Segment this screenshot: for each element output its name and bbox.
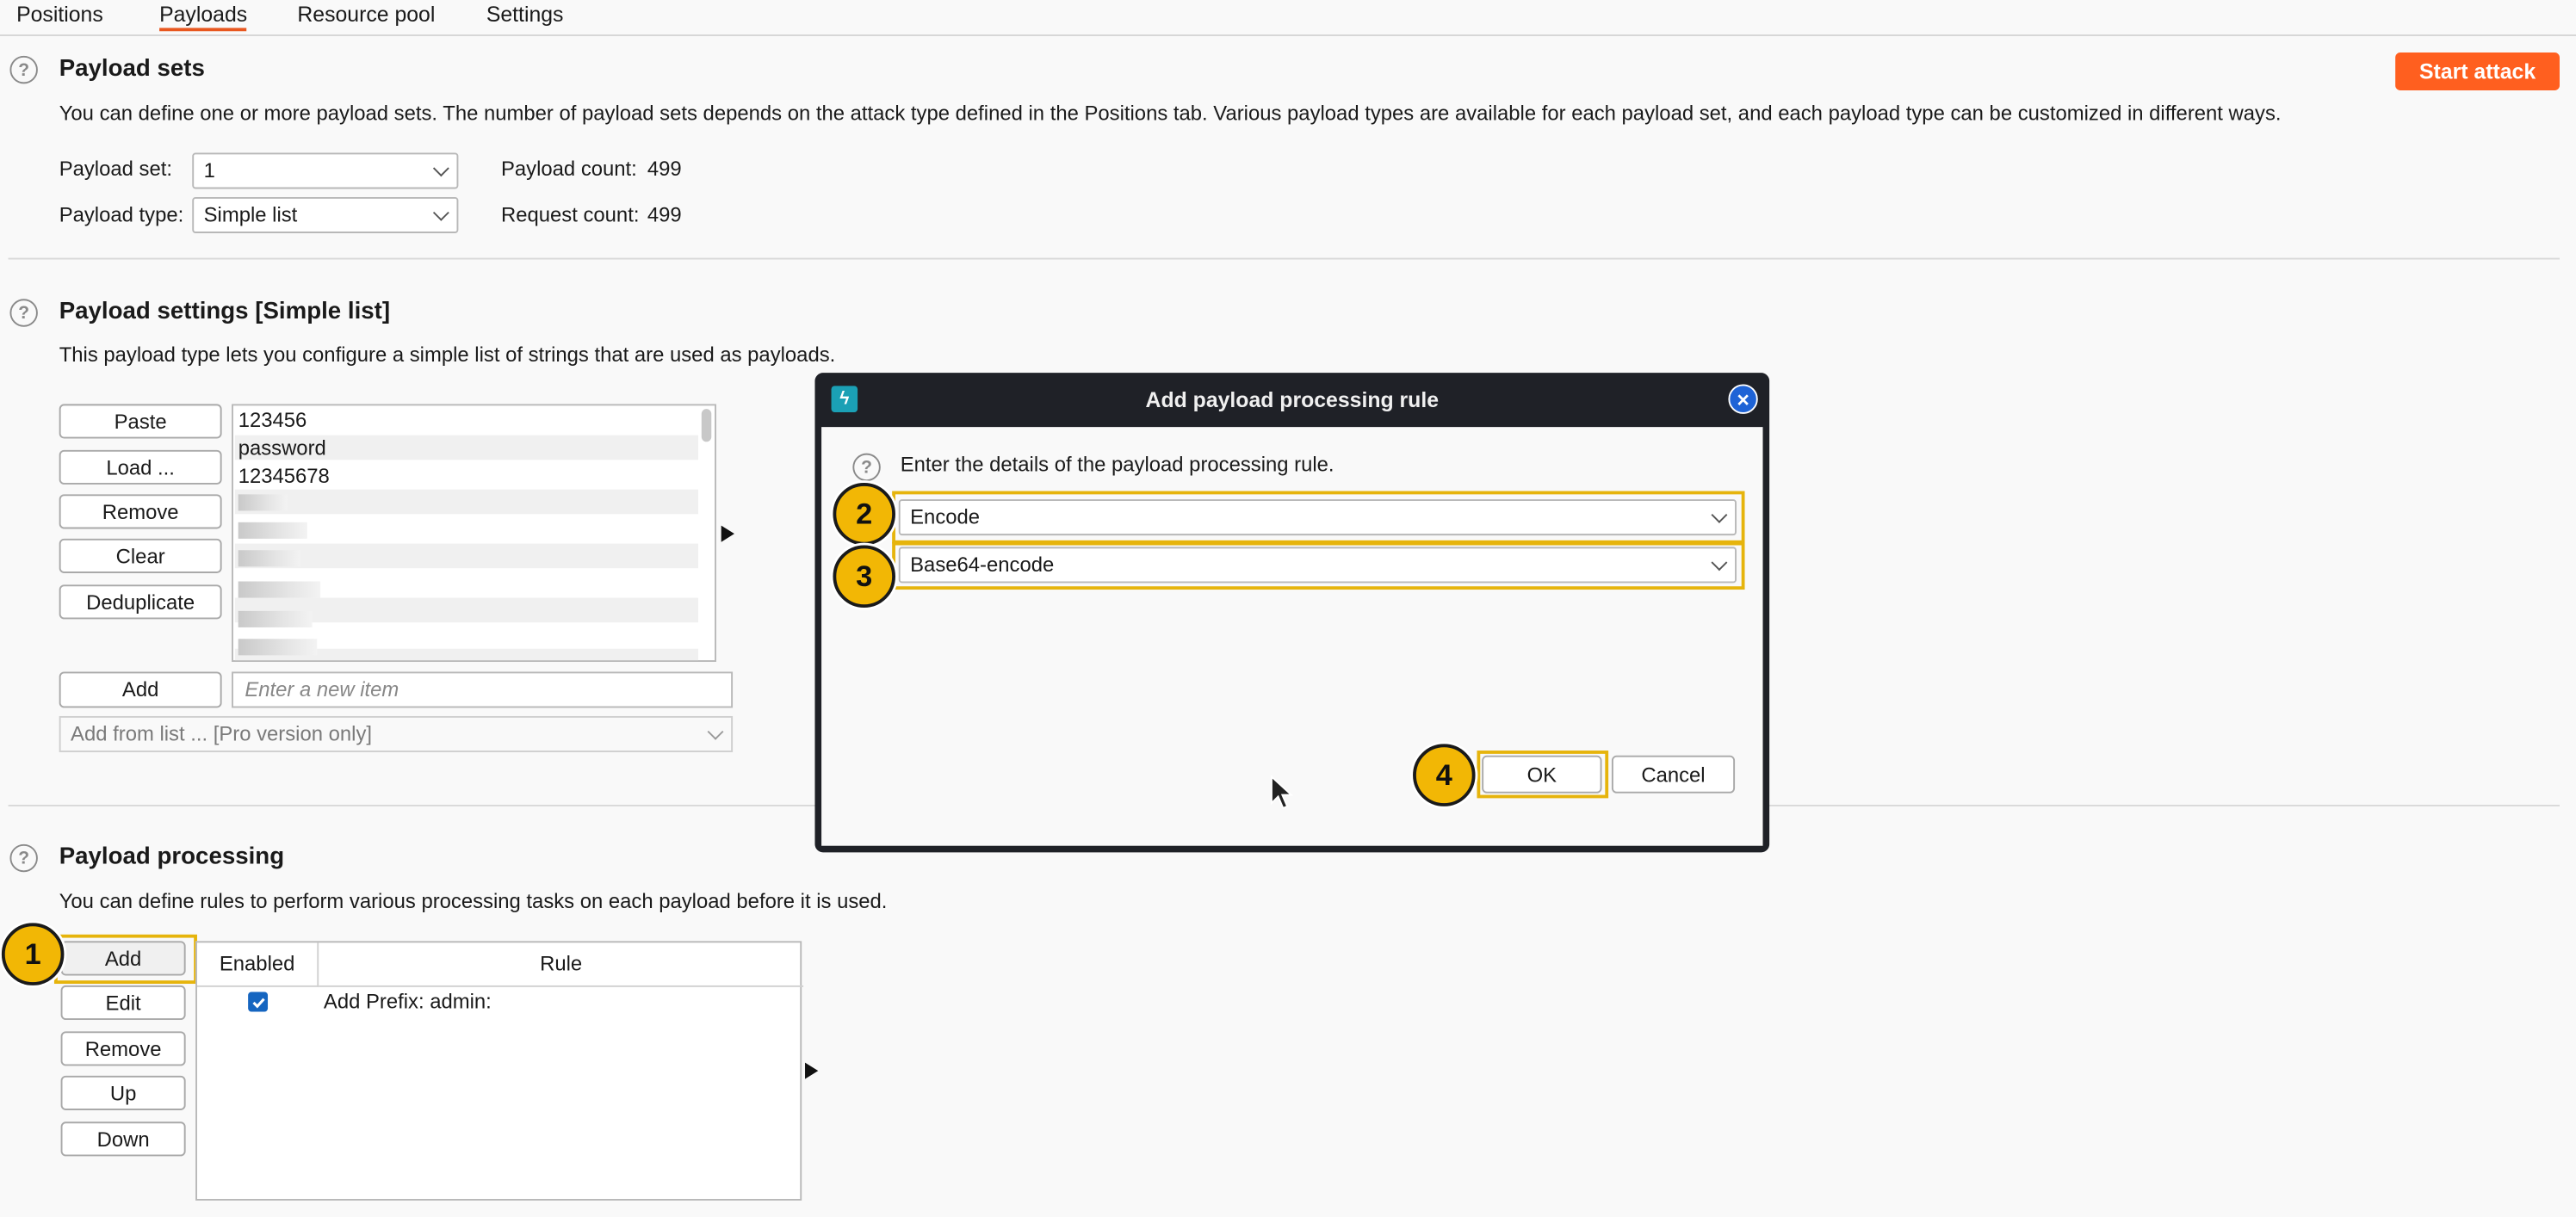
payload-settings-description: This payload type lets you configure a s… — [59, 343, 836, 367]
help-icon[interactable]: ? — [9, 299, 38, 327]
remove-rule-button[interactable]: Remove — [60, 1031, 186, 1066]
mouse-cursor-icon — [1270, 775, 1293, 810]
help-icon[interactable]: ? — [9, 843, 38, 873]
highlight-ok — [1477, 751, 1609, 799]
add-item-button[interactable]: Add — [59, 671, 222, 708]
highlight-rule-type — [892, 491, 1745, 544]
payload-count-value: 499 — [647, 158, 682, 181]
chevron-down-icon — [432, 160, 449, 177]
row-stripe — [234, 489, 698, 515]
scrollbar-thumb[interactable] — [701, 409, 712, 442]
payload-count-label: Payload count: — [501, 158, 637, 181]
expand-arrow-icon[interactable] — [805, 1062, 819, 1079]
load-button[interactable]: Load ... — [59, 449, 222, 485]
tab-positions[interactable]: Positions — [16, 2, 103, 27]
highlight-add-rule — [53, 934, 197, 985]
request-count-value: 499 — [647, 203, 682, 227]
payload-processing-title: Payload processing — [59, 843, 285, 871]
row-stripe — [234, 543, 698, 569]
start-attack-button[interactable]: Start attack — [2395, 53, 2560, 90]
payload-processing-description: You can define rules to perform various … — [59, 890, 888, 913]
tab-resource-pool[interactable]: Resource pool — [297, 2, 435, 27]
list-item[interactable]: 12345678 — [238, 463, 330, 490]
payload-type-value: Simple list — [203, 203, 298, 227]
payload-set-select[interactable]: 1 — [192, 152, 459, 189]
chevron-down-icon — [707, 723, 724, 740]
step-badge-3: 3 — [833, 545, 895, 608]
payload-type-label: Payload type: — [59, 203, 184, 227]
checkmark-icon — [251, 997, 264, 1008]
section-divider — [8, 257, 2560, 260]
step-badge-2: 2 — [833, 483, 895, 546]
payload-type-select[interactable]: Simple list — [192, 196, 459, 233]
payload-set-value: 1 — [203, 159, 215, 182]
step-badge-4: 4 — [1413, 744, 1476, 806]
rules-table: Enabled Rule Add Prefix: admin: — [195, 941, 804, 1201]
redacted-item — [238, 581, 321, 598]
redacted-item — [238, 610, 313, 627]
request-count-label: Request count: — [501, 203, 640, 227]
enabled-checkbox[interactable] — [248, 992, 269, 1012]
list-item[interactable]: 123456 — [238, 407, 307, 434]
add-from-list-label: Add from list ... [Pro version only] — [71, 722, 373, 746]
chevron-down-icon — [432, 204, 449, 221]
tab-bar: Positions Payloads Resource pool Setting… — [0, 0, 2576, 36]
dialog-prompt: Enter the details of the payload process… — [900, 453, 1334, 477]
table-row[interactable]: Add Prefix: admin: — [324, 991, 492, 1014]
remove-item-button[interactable]: Remove — [59, 494, 222, 529]
tab-payloads[interactable]: Payloads — [159, 2, 248, 32]
deduplicate-button[interactable]: Deduplicate — [59, 584, 222, 620]
up-rule-button[interactable]: Up — [60, 1075, 186, 1110]
expand-arrow-icon[interactable] — [721, 525, 734, 542]
redacted-item — [238, 639, 318, 656]
add-from-list-select: Add from list ... [Pro version only] — [59, 715, 734, 752]
dialog-body: ? Enter the details of the payload proce… — [821, 427, 1763, 846]
paste-button[interactable]: Paste — [59, 404, 222, 439]
payload-sets-description: You can define one or more payload sets.… — [59, 102, 2282, 126]
cancel-button[interactable]: Cancel — [1611, 755, 1736, 794]
redacted-item — [238, 522, 307, 539]
payload-set-label: Payload set: — [59, 158, 172, 181]
list-item[interactable]: password — [238, 436, 326, 462]
dialog-title: Add payload processing rule — [1145, 387, 1440, 412]
redacted-item — [238, 550, 301, 567]
payload-settings-title: Payload settings [Simple list] — [59, 299, 391, 325]
step-badge-1: 1 — [1, 923, 65, 985]
column-header-rule[interactable]: Rule — [319, 942, 804, 987]
down-rule-button[interactable]: Down — [60, 1121, 186, 1157]
help-icon[interactable]: ? — [9, 55, 38, 84]
highlight-rule-option — [892, 541, 1745, 590]
clear-button[interactable]: Clear — [59, 538, 222, 573]
payload-sets-title: Payload sets — [59, 55, 205, 83]
payload-list[interactable]: 123456 password 12345678 — [232, 404, 716, 663]
edit-rule-button[interactable]: Edit — [60, 985, 186, 1020]
add-rule-dialog: ϟ Add payload processing rule × ? Enter … — [814, 373, 1770, 853]
tab-settings[interactable]: Settings — [486, 2, 564, 27]
column-header-enabled[interactable]: Enabled — [196, 942, 319, 987]
redacted-item — [238, 494, 288, 511]
help-icon[interactable]: ? — [852, 453, 881, 482]
new-item-input[interactable]: Enter a new item — [232, 671, 734, 708]
close-icon[interactable]: × — [1728, 384, 1758, 414]
